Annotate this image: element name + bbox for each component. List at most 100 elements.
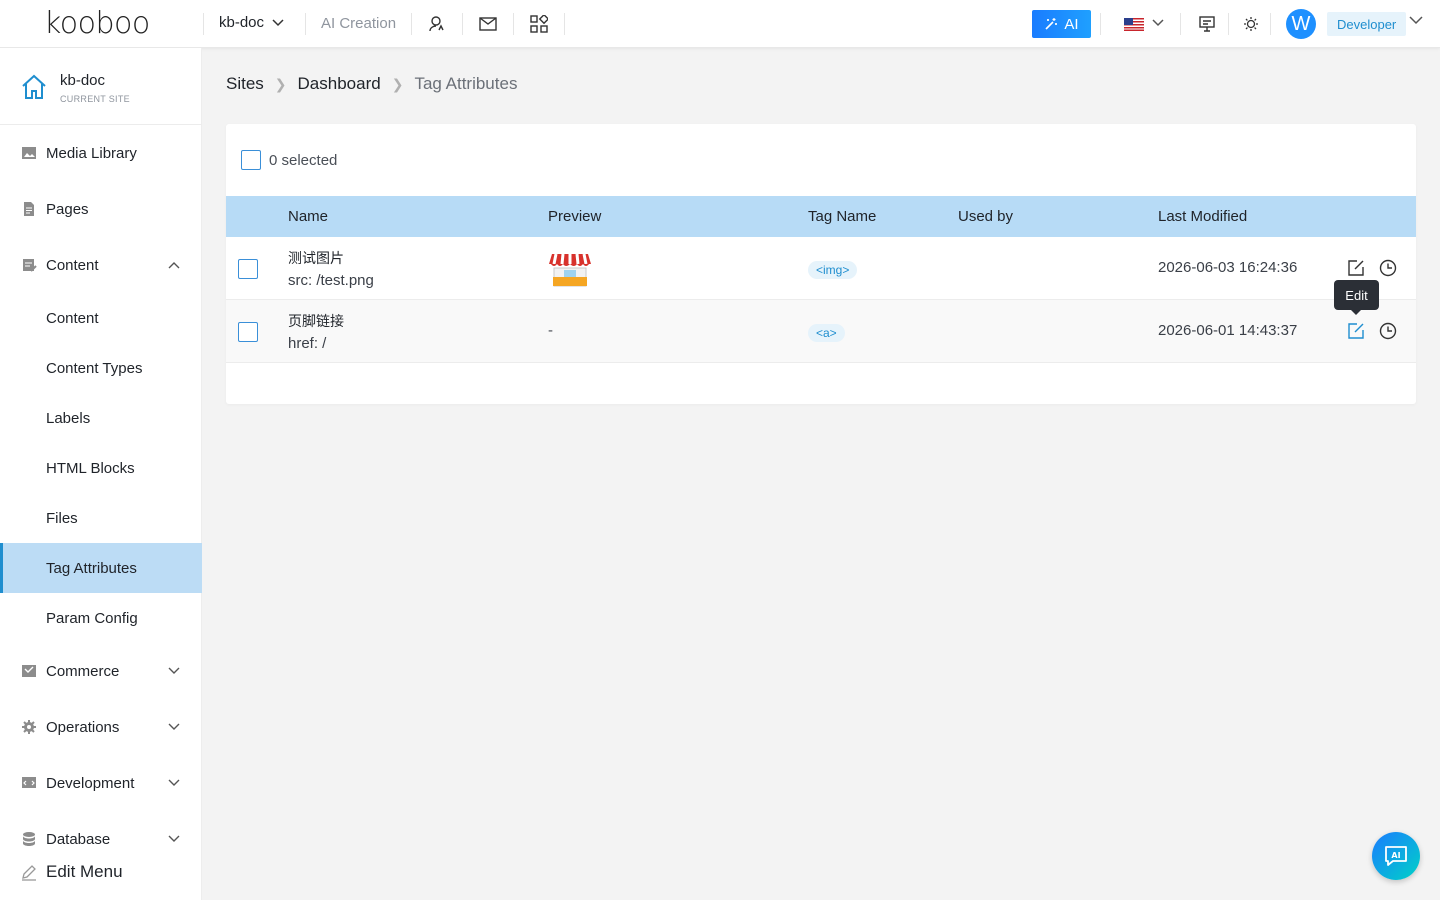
user-profile-icon[interactable] <box>427 14 447 34</box>
sidebar-item-tag-attributes[interactable]: Tag Attributes <box>0 543 202 593</box>
chevron-down-icon <box>168 667 180 674</box>
sidebar-item-label: Files <box>46 509 78 527</box>
table-row[interactable]: 页脚链接 href: / - <a> 2026-06-01 14:43:37 <box>226 300 1416 363</box>
divider <box>1228 13 1229 35</box>
ai-chat-button[interactable]: AI <box>1372 832 1420 880</box>
sidebar-item-label: HTML Blocks <box>46 459 135 477</box>
us-flag-icon[interactable] <box>1124 18 1144 31</box>
image-icon <box>22 147 36 159</box>
edit-icon[interactable] <box>1346 258 1366 278</box>
database-icon <box>23 832 35 846</box>
chevron-down-icon <box>168 779 180 786</box>
chevron-down-icon <box>168 835 180 842</box>
site-selector[interactable]: kb-doc <box>219 14 284 31</box>
sidebar-item-content-group[interactable]: Content <box>0 240 202 290</box>
sidebar-item-label: Pages <box>46 200 89 218</box>
sidebar-item-label: Media Library <box>46 144 137 162</box>
chevron-down-icon[interactable] <box>1152 19 1164 27</box>
avatar[interactable]: W <box>1286 9 1316 39</box>
chevron-right-icon: ❯ <box>391 75 404 92</box>
table-row[interactable]: 测试图片 src: /test.png <img> 2026-06-03 16:… <box>226 237 1416 300</box>
sidebar-item-labels[interactable]: Labels <box>0 393 202 443</box>
sun-theme-icon[interactable] <box>1241 14 1261 34</box>
row-checkbox[interactable] <box>238 259 258 279</box>
preview-empty: - <box>548 322 553 339</box>
sidebar-item-html-blocks[interactable]: HTML Blocks <box>0 443 202 493</box>
breadcrumb: Sites ❯ Dashboard ❯ Tag Attributes <box>226 74 517 94</box>
sidebar-item-content-types[interactable]: Content Types <box>0 343 202 393</box>
sidebar-item-label: Operations <box>46 718 120 736</box>
svg-text:AI: AI <box>1391 851 1400 860</box>
column-header-last-modified[interactable]: Last Modified <box>1158 208 1247 225</box>
sidebar-item-content[interactable]: Content <box>0 293 202 343</box>
code-icon <box>22 777 36 788</box>
selected-count: 0 selected <box>269 151 338 169</box>
sidebar-item-operations[interactable]: Operations <box>0 702 202 752</box>
history-clock-icon[interactable] <box>1378 321 1398 341</box>
column-header-preview: Preview <box>548 208 602 225</box>
current-site-header[interactable]: kb-doc CURRENT SITE <box>0 48 202 125</box>
sidebar-item-development[interactable]: Development <box>0 758 202 808</box>
edit-menu-button[interactable]: Edit Menu <box>0 856 202 888</box>
divider <box>1270 13 1271 35</box>
sidebar-item-label: Development <box>46 774 135 792</box>
content-icon <box>23 259 37 272</box>
column-header-name[interactable]: Name <box>288 208 328 225</box>
gear-icon <box>22 720 36 734</box>
site-name: kb-doc <box>60 72 106 89</box>
chevron-down-icon <box>272 18 284 26</box>
sidebar-item-label: Content <box>46 256 99 274</box>
sidebar-item-pages[interactable]: Pages <box>0 184 202 234</box>
breadcrumb-sites[interactable]: Sites <box>226 74 264 94</box>
sidebar: kb-doc CURRENT SITE Media Library Pages … <box>0 48 202 900</box>
role-badge[interactable]: Developer <box>1327 12 1407 36</box>
divider <box>462 13 463 35</box>
sidebar-item-media-library[interactable]: Media Library <box>0 128 202 178</box>
page-icon <box>24 202 34 216</box>
sidebar-item-label: Param Config <box>46 609 138 627</box>
sidebar-item-label: Content Types <box>46 359 143 377</box>
edit-icon[interactable] <box>1346 321 1366 341</box>
divider <box>564 13 565 35</box>
site-subtitle: CURRENT SITE <box>60 94 130 104</box>
ai-chat-icon: AI <box>1385 846 1407 866</box>
tag-attributes-card: 0 selected Name Preview Tag Name Used by… <box>226 124 1416 404</box>
row-checkbox[interactable] <box>238 322 258 342</box>
home-icon <box>22 74 46 99</box>
tag-name-badge: <a> <box>808 324 845 342</box>
history-clock-icon[interactable] <box>1378 258 1398 278</box>
divider <box>411 13 412 35</box>
sidebar-item-files[interactable]: Files <box>0 493 202 543</box>
sidebar-item-label: Database <box>46 830 111 848</box>
ai-button[interactable]: AI <box>1032 10 1091 38</box>
top-bar: kooboo kb-doc AI Creation AI W Developer <box>0 0 1440 48</box>
divider <box>305 13 306 35</box>
selection-bar: 0 selected <box>241 150 337 170</box>
magic-wand-icon <box>1045 18 1058 30</box>
chevron-down-icon <box>168 723 180 730</box>
chevron-down-icon[interactable] <box>1409 16 1423 25</box>
kooboo-logo[interactable]: kooboo <box>44 9 150 39</box>
mail-icon[interactable] <box>478 14 498 34</box>
sidebar-item-param-config[interactable]: Param Config <box>0 593 202 643</box>
last-modified: 2026-06-03 16:24:36 <box>1158 259 1298 276</box>
apps-grid-icon[interactable] <box>529 14 549 34</box>
column-header-tag-name[interactable]: Tag Name <box>808 208 876 225</box>
sidebar-item-commerce[interactable]: Commerce <box>0 646 202 696</box>
select-all-checkbox[interactable] <box>241 150 261 170</box>
tag-name-badge: <img> <box>808 261 858 279</box>
table-header: Name Preview Tag Name Used by Last Modif… <box>226 196 1416 237</box>
sidebar-item-label: Commerce <box>46 662 120 680</box>
presentation-icon[interactable] <box>1197 14 1217 34</box>
pencil-icon <box>22 865 36 881</box>
breadcrumb-dashboard[interactable]: Dashboard <box>298 74 381 94</box>
shop-image-preview[interactable] <box>548 250 592 288</box>
edit-tooltip: Edit <box>1334 280 1379 315</box>
chevron-up-icon <box>168 262 180 269</box>
chevron-right-icon: ❯ <box>274 75 287 92</box>
divider <box>203 13 204 35</box>
edit-menu-label: Edit Menu <box>46 862 123 881</box>
row-name: 页脚链接 <box>288 313 344 329</box>
sidebar-item-label: Content <box>46 309 99 327</box>
ai-creation-link[interactable]: AI Creation <box>321 15 396 32</box>
